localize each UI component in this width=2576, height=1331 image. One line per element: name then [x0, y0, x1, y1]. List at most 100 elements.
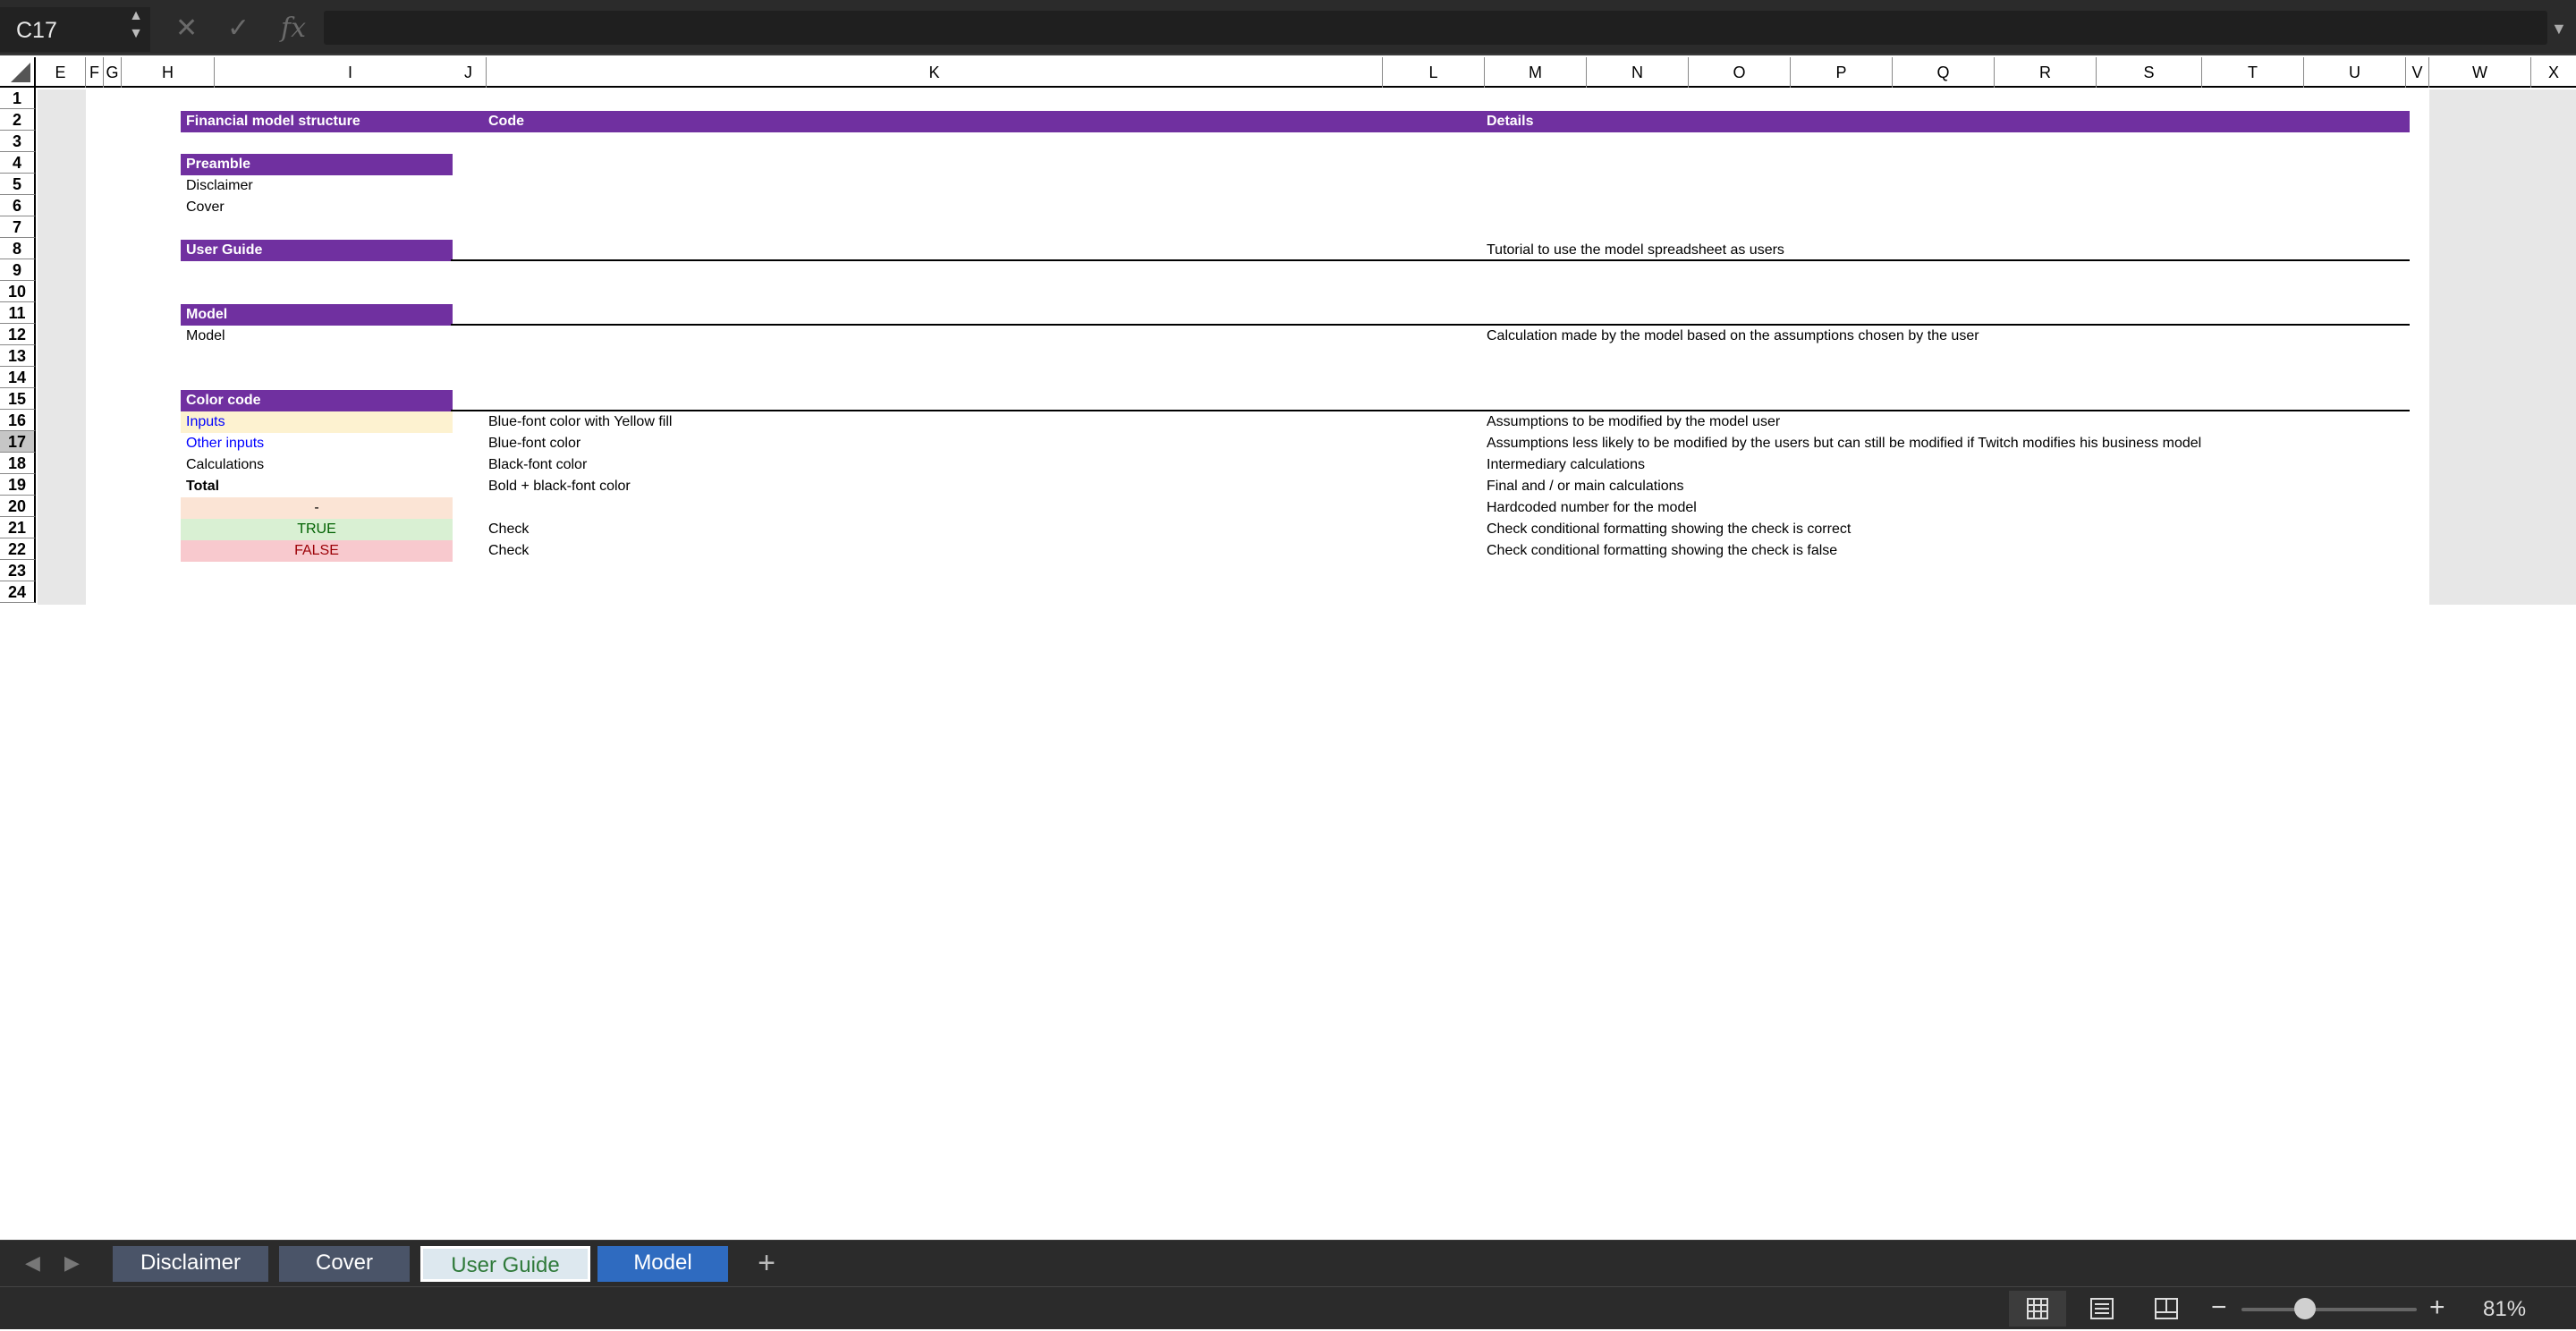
column-header-v[interactable]: V: [2406, 57, 2429, 88]
row-header-13[interactable]: 13: [0, 345, 36, 367]
column-header-l[interactable]: L: [1383, 57, 1485, 88]
select-all-corner[interactable]: [0, 57, 36, 88]
header-details[interactable]: Details: [1481, 111, 2410, 132]
other-inputs-code[interactable]: Blue-font color: [488, 433, 580, 454]
row-header-10[interactable]: 10: [0, 281, 36, 302]
row-header-14[interactable]: 14: [0, 367, 36, 388]
calculations-code[interactable]: Black-font color: [488, 454, 587, 476]
tab-user-guide[interactable]: User Guide: [420, 1246, 590, 1282]
tab-model[interactable]: Model: [597, 1246, 728, 1282]
row-header-20[interactable]: 20: [0, 496, 36, 517]
inputs-details[interactable]: Assumptions to be modified by the model …: [1487, 411, 1780, 433]
column-header-q[interactable]: Q: [1893, 57, 1995, 88]
zoom-out-button[interactable]: −: [2211, 1293, 2227, 1323]
legend-other-inputs[interactable]: Other inputs: [186, 433, 264, 454]
column-header-f[interactable]: F: [86, 57, 104, 88]
zoom-slider-track[interactable]: [2241, 1308, 2417, 1311]
calculations-details[interactable]: Intermediary calculations: [1487, 454, 1645, 476]
page-layout-view-button[interactable]: [2073, 1291, 2131, 1327]
zoom-level[interactable]: 81%: [2483, 1297, 2526, 1322]
formula-expand-icon[interactable]: ▼: [2551, 20, 2567, 38]
row-header-22[interactable]: 22: [0, 538, 36, 560]
row-header-3[interactable]: 3: [0, 131, 36, 152]
other-inputs-details[interactable]: Assumptions less likely to be modified b…: [1487, 433, 2201, 454]
row-header-17[interactable]: 17: [0, 431, 36, 453]
section-model[interactable]: Model: [181, 304, 453, 326]
row-header-21[interactable]: 21: [0, 517, 36, 538]
next-sheet-icon[interactable]: ▶: [64, 1251, 80, 1275]
column-header-e[interactable]: E: [36, 57, 86, 88]
column-header-o[interactable]: O: [1689, 57, 1791, 88]
legend-false[interactable]: FALSE: [181, 540, 453, 562]
row-header-1[interactable]: 1: [0, 88, 36, 109]
total-details[interactable]: Final and / or main calculations: [1487, 476, 1684, 497]
true-code[interactable]: Check: [488, 519, 529, 540]
column-header-i[interactable]: I: [215, 57, 487, 88]
header-code[interactable]: Code: [451, 111, 1487, 132]
column-header-r[interactable]: R: [1995, 57, 2097, 88]
legend-inputs[interactable]: Inputs: [181, 411, 453, 433]
page-break-view-button[interactable]: [2138, 1291, 2195, 1327]
false-code[interactable]: Check: [488, 540, 529, 562]
row-header-15[interactable]: 15: [0, 388, 36, 410]
function-icon[interactable]: fx: [281, 13, 306, 44]
model-details[interactable]: Calculation made by the model based on t…: [1487, 326, 1979, 347]
row-header-4[interactable]: 4: [0, 152, 36, 174]
true-details[interactable]: Check conditional formatting showing the…: [1487, 519, 1851, 540]
column-header-w[interactable]: W: [2429, 57, 2531, 88]
row-header-2[interactable]: 2: [0, 109, 36, 131]
row-header-11[interactable]: 11: [0, 302, 36, 324]
legend-calculations[interactable]: Calculations: [186, 454, 264, 476]
row-header-12[interactable]: 12: [0, 324, 36, 345]
row-header-6[interactable]: 6: [0, 195, 36, 216]
total-code[interactable]: Bold + black-font color: [488, 476, 631, 497]
confirm-icon[interactable]: ✓: [227, 13, 250, 44]
row-header-9[interactable]: 9: [0, 259, 36, 281]
column-header-n[interactable]: N: [1587, 57, 1689, 88]
name-box-stepper-icon[interactable]: ▲ ▼: [127, 7, 145, 47]
cancel-icon[interactable]: ✕: [175, 13, 198, 44]
section-user-guide[interactable]: User Guide: [181, 240, 453, 261]
column-header-t[interactable]: T: [2202, 57, 2304, 88]
column-header-g[interactable]: G: [104, 57, 122, 88]
column-header-m[interactable]: M: [1485, 57, 1587, 88]
page-layout-icon: [2090, 1298, 2114, 1319]
column-header-u[interactable]: U: [2304, 57, 2406, 88]
legend-true[interactable]: TRUE: [181, 519, 453, 540]
column-header-k[interactable]: K: [487, 57, 1383, 88]
section-color-code[interactable]: Color code: [181, 390, 453, 411]
legend-hardcoded[interactable]: -: [181, 497, 453, 519]
tab-disclaimer[interactable]: Disclaimer: [113, 1246, 268, 1282]
column-header-j[interactable]: J: [451, 57, 487, 88]
zoom-in-button[interactable]: +: [2429, 1293, 2445, 1323]
spreadsheet-grid: E F G H I J K L M N O P Q R S T U V W X …: [0, 57, 2576, 605]
row-header-23[interactable]: 23: [0, 560, 36, 581]
legend-total[interactable]: Total: [186, 476, 219, 497]
zoom-slider-thumb[interactable]: [2293, 1298, 2316, 1319]
user-guide-details[interactable]: Tutorial to use the model spreadsheet as…: [1487, 240, 1784, 261]
column-header-s[interactable]: S: [2097, 57, 2202, 88]
section-preamble[interactable]: Preamble: [181, 154, 453, 175]
item-cover[interactable]: Cover: [186, 197, 225, 218]
inputs-code[interactable]: Blue-font color with Yellow fill: [488, 411, 672, 433]
row-header-24[interactable]: 24: [0, 581, 36, 603]
column-header-p[interactable]: P: [1791, 57, 1893, 88]
previous-sheet-icon[interactable]: ◀: [25, 1251, 40, 1275]
row-header-8[interactable]: 8: [0, 238, 36, 259]
item-model[interactable]: Model: [186, 326, 225, 347]
formula-input[interactable]: [324, 11, 2547, 45]
row-header-5[interactable]: 5: [0, 174, 36, 195]
false-details[interactable]: Check conditional formatting showing the…: [1487, 540, 1837, 562]
header-structure[interactable]: Financial model structure: [181, 111, 453, 132]
row-header-18[interactable]: 18: [0, 453, 36, 474]
item-disclaimer[interactable]: Disclaimer: [186, 175, 253, 197]
column-header-x[interactable]: X: [2531, 57, 2576, 88]
row-header-19[interactable]: 19: [0, 474, 36, 496]
hardcoded-details[interactable]: Hardcoded number for the model: [1487, 497, 1697, 519]
tab-cover[interactable]: Cover: [279, 1246, 410, 1282]
row-header-16[interactable]: 16: [0, 410, 36, 431]
column-header-h[interactable]: H: [122, 57, 215, 88]
add-sheet-button[interactable]: +: [750, 1246, 784, 1282]
normal-view-button[interactable]: [2009, 1291, 2066, 1327]
row-header-7[interactable]: 7: [0, 216, 36, 238]
